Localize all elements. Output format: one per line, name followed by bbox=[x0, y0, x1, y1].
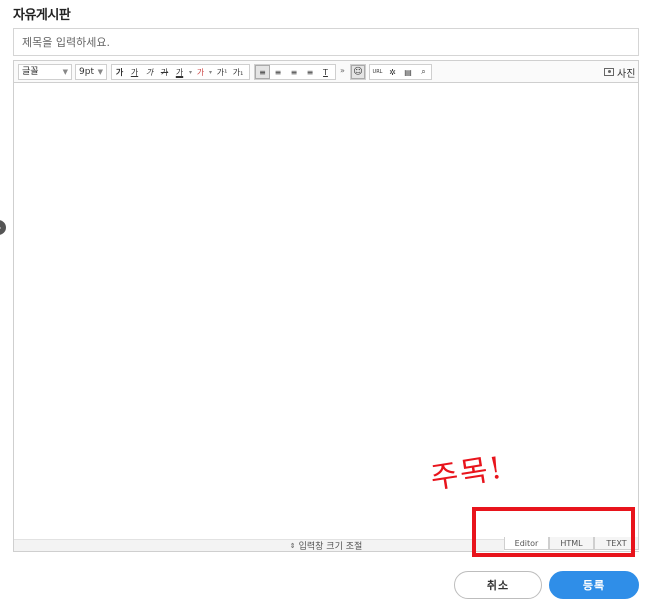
align-left-icon[interactable]: ≡ bbox=[255, 65, 270, 79]
font-family-value: 글꼴 bbox=[22, 67, 39, 77]
link-icon[interactable]: URL bbox=[370, 65, 385, 79]
image-icon bbox=[604, 68, 614, 76]
search-icon[interactable]: ⌕ bbox=[416, 65, 431, 79]
insert-group: URL ✲ ▤ ⌕ bbox=[369, 64, 432, 80]
font-color-button[interactable]: 가 bbox=[172, 65, 187, 79]
tab-text[interactable]: TEXT bbox=[594, 537, 639, 550]
chevron-down-icon: ▼ bbox=[97, 68, 103, 76]
align-center-icon[interactable]: ≡ bbox=[270, 65, 286, 79]
tab-html[interactable]: HTML bbox=[549, 537, 594, 550]
superscript-button[interactable]: 가¹ bbox=[214, 65, 230, 79]
editor-content-area[interactable] bbox=[14, 83, 638, 538]
chevron-down-icon[interactable]: ▾ bbox=[207, 65, 214, 79]
special-char-icon[interactable]: ✲ bbox=[385, 65, 400, 79]
more-tools-icon[interactable]: » bbox=[340, 66, 345, 75]
bold-button[interactable]: 가 bbox=[112, 65, 127, 79]
chevron-down-icon[interactable]: ▾ bbox=[187, 65, 194, 79]
post-editor-page: 자유게시판 글꼴 ▼ 9pt ▼ 가 가 가 가 가 ▾ 가 ▾ 가¹ bbox=[0, 0, 651, 608]
subscript-button[interactable]: 가₁ bbox=[230, 65, 246, 79]
editor-toolbar: 글꼴 ▼ 9pt ▼ 가 가 가 가 가 ▾ 가 ▾ 가¹ 가₁ ≡ ≡ ≡ ≡… bbox=[14, 61, 638, 83]
strikethrough-button[interactable]: 가 bbox=[157, 65, 172, 79]
editor-mode-tabs: Editor HTML TEXT bbox=[504, 537, 639, 551]
photo-label: 사진 bbox=[617, 68, 636, 80]
resize-arrows-icon: ⇕ bbox=[289, 541, 296, 550]
emoticon-icon[interactable]: ☺ bbox=[351, 65, 365, 79]
highlight-icon[interactable]: 가 bbox=[194, 65, 207, 79]
subject-input[interactable] bbox=[13, 28, 639, 56]
tab-editor[interactable]: Editor bbox=[504, 537, 549, 550]
cancel-button[interactable]: 취소 bbox=[454, 571, 542, 599]
side-toggle-icon[interactable] bbox=[0, 220, 6, 235]
rich-text-editor: 글꼴 ▼ 9pt ▼ 가 가 가 가 가 ▾ 가 ▾ 가¹ 가₁ ≡ ≡ ≡ ≡… bbox=[13, 60, 639, 552]
underline-button[interactable]: 가 bbox=[127, 65, 142, 79]
clear-format-icon[interactable]: T bbox=[318, 65, 333, 79]
font-size-value: 9pt bbox=[79, 67, 94, 77]
chevron-down-icon: ▼ bbox=[62, 68, 68, 76]
emoticon-group: ☺ bbox=[350, 64, 366, 80]
resize-label: 입력창 크기 조절 bbox=[298, 542, 363, 552]
submit-button[interactable]: 등록 bbox=[549, 571, 639, 599]
align-justify-icon[interactable]: ≡ bbox=[302, 65, 318, 79]
italic-button[interactable]: 가 bbox=[142, 65, 157, 79]
align-group: ≡ ≡ ≡ ≡ T bbox=[254, 64, 336, 80]
table-icon[interactable]: ▤ bbox=[400, 65, 416, 79]
board-title: 자유게시판 bbox=[13, 8, 71, 23]
align-right-icon[interactable]: ≡ bbox=[286, 65, 302, 79]
insert-photo-button[interactable]: 사진 bbox=[604, 64, 635, 80]
font-family-select[interactable]: 글꼴 ▼ bbox=[18, 64, 72, 80]
text-style-group: 가 가 가 가 가 ▾ 가 ▾ 가¹ 가₁ bbox=[111, 64, 250, 80]
font-size-select[interactable]: 9pt ▼ bbox=[75, 64, 107, 80]
